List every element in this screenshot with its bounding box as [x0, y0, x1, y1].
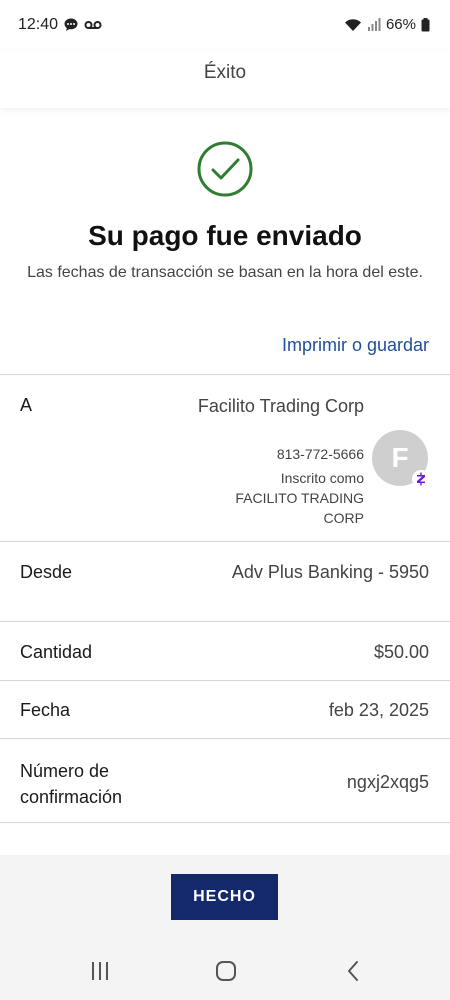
enrolled-label: Inscrito como	[280, 470, 364, 486]
status-bar: 12:40 66%	[0, 0, 450, 50]
divider	[0, 374, 450, 375]
chat-bubble-icon	[64, 18, 78, 31]
success-title: Su pago fue enviado	[88, 220, 362, 251]
success-check-icon	[197, 141, 253, 197]
print-or-save-link[interactable]: Imprimir o guardar	[282, 335, 429, 356]
from-account: Adv Plus Banking - 5950	[231, 562, 429, 582]
to-label: A	[20, 395, 33, 415]
success-subtitle: Las fechas de transacción se basan en la…	[27, 264, 423, 281]
amount-value: $50.00	[373, 642, 429, 662]
status-time: 12:40	[18, 16, 59, 33]
confirmation-number-label: Número de confirmación	[20, 758, 122, 810]
payee-phone: 813-772-5666	[276, 446, 364, 462]
divider	[0, 822, 450, 823]
payee-name: Facilito Trading Corp	[197, 396, 364, 416]
divider	[0, 680, 450, 681]
from-label: Desde	[20, 562, 73, 582]
home-icon[interactable]	[211, 958, 241, 984]
confirmation-label-line1: Número de	[20, 761, 110, 781]
divider	[0, 738, 450, 739]
page-title: Éxito	[203, 62, 247, 83]
done-button[interactable]: HECHO	[171, 874, 278, 920]
system-nav-bar	[0, 940, 450, 1000]
enrolled-name: FACILITO TRADING CORP	[235, 490, 364, 526]
recent-apps-icon[interactable]	[85, 958, 115, 984]
confirmation-label-line2: confirmación	[20, 787, 123, 807]
date-value: feb 23, 2025	[328, 700, 429, 720]
battery-percent: 66%	[385, 16, 416, 33]
divider	[0, 541, 450, 542]
zelle-icon	[412, 470, 430, 488]
amount-label: Cantidad	[20, 642, 93, 662]
payee-enrolled: Inscrito como FACILITO TRADING CORP	[194, 468, 364, 528]
status-system-icons: 66%	[344, 16, 430, 33]
back-icon[interactable]	[338, 958, 368, 984]
confirmation-number-value: ngxj2xqg5	[346, 772, 429, 792]
app-header: Éxito	[0, 50, 450, 108]
voicemail-icon	[84, 21, 102, 29]
divider	[0, 621, 450, 622]
signal-icon	[367, 17, 381, 31]
date-label: Fecha	[20, 700, 71, 720]
battery-icon	[421, 17, 430, 31]
status-notification-icons	[63, 17, 102, 33]
wifi-icon	[344, 18, 361, 31]
